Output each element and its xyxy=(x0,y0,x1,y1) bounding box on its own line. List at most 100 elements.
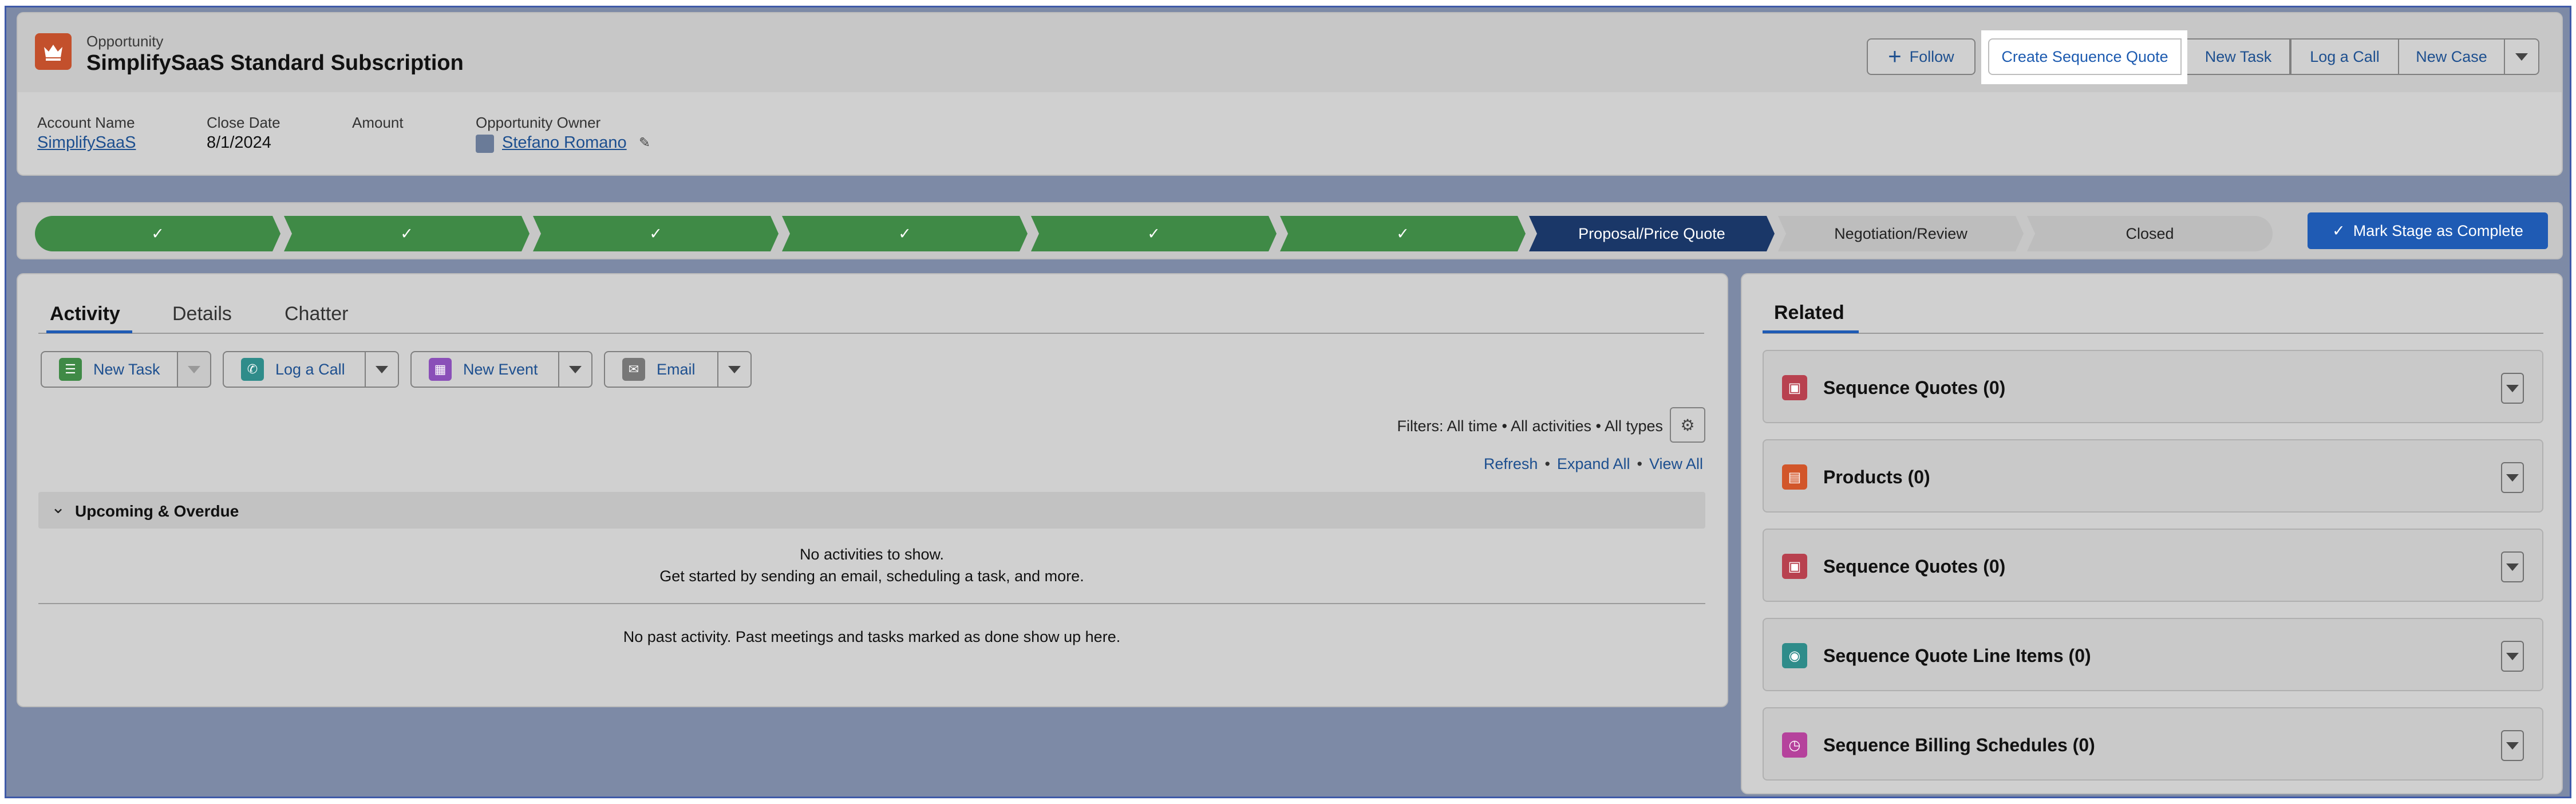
chevron-down-icon xyxy=(2515,53,2528,61)
path-stage-4[interactable]: ✓ xyxy=(782,216,1028,251)
calendar-icon: ▦ xyxy=(429,358,452,381)
new-task-publisher-button[interactable]: ☰ New Task xyxy=(41,351,178,388)
expand-all-link[interactable]: Expand All xyxy=(1557,455,1630,472)
related-list-menu-button[interactable] xyxy=(2501,730,2524,761)
related-list-title[interactable]: Sequence Quote Line Items (0) xyxy=(1823,645,2091,667)
owner-link[interactable]: Stefano Romano xyxy=(502,133,627,152)
active-tab-indicator xyxy=(1763,330,1859,333)
check-icon: ✓ xyxy=(649,224,662,242)
related-list-title[interactable]: Sequence Quotes (0) xyxy=(1823,556,2005,577)
tab-divider xyxy=(38,333,1704,334)
path-stage-label: Negotiation/Review xyxy=(1834,224,1967,242)
tab-chatter[interactable]: Chatter xyxy=(285,303,349,325)
log-a-call-publisher-button[interactable]: ✆ Log a Call xyxy=(223,351,366,388)
path-stage-1[interactable]: ✓ xyxy=(35,216,280,251)
line-items-icon: ◉ xyxy=(1782,643,1807,668)
tab-details[interactable]: Details xyxy=(172,303,232,325)
related-list-card: ▣ Sequence Quotes (0) xyxy=(1763,529,2543,602)
chevron-down-icon: ⌄ xyxy=(51,498,66,517)
account-name-link[interactable]: SimplifySaaS xyxy=(37,133,136,152)
record-title: SimplifySaaS Standard Subscription xyxy=(86,51,464,75)
related-list-menu-button[interactable] xyxy=(2501,551,2524,582)
new-task-button[interactable]: New Task xyxy=(2187,38,2290,75)
clock-icon: ◷ xyxy=(1782,732,1807,758)
mark-stage-complete-button[interactable]: ✓ Mark Stage as Complete xyxy=(2308,212,2548,249)
account-name-label: Account Name xyxy=(37,114,135,131)
path-stage-label: Closed xyxy=(2125,224,2174,242)
upcoming-overdue-section[interactable]: ⌄ Upcoming & Overdue xyxy=(38,492,1705,529)
related-list-card: ◉ Sequence Quote Line Items (0) xyxy=(1763,618,2543,691)
active-tab-indicator xyxy=(46,330,132,333)
create-sequence-quote-highlight: Create Sequence Quote xyxy=(1981,30,2187,84)
related-list-menu-button[interactable] xyxy=(2501,373,2524,404)
check-icon: ✓ xyxy=(1147,224,1160,242)
plus-icon: + xyxy=(1888,44,1902,69)
email-icon: ✉ xyxy=(622,358,645,381)
email-publisher-button[interactable]: ✉ Email xyxy=(604,351,718,388)
new-case-button[interactable]: New Case xyxy=(2399,38,2505,75)
log-a-call-button[interactable]: Log a Call xyxy=(2290,38,2399,75)
path-stage-7[interactable]: Proposal/Price Quote xyxy=(1529,216,1775,251)
divider xyxy=(38,603,1705,604)
chevron-down-icon xyxy=(728,365,741,373)
archive-icon: ▣ xyxy=(1782,554,1807,579)
chevron-down-icon xyxy=(2506,742,2519,750)
chevron-down-icon xyxy=(2506,384,2519,392)
amount-label: Amount xyxy=(352,114,404,131)
related-list-title[interactable]: Products (0) xyxy=(1823,467,1930,488)
chevron-down-icon xyxy=(2506,563,2519,571)
tab-divider xyxy=(1763,333,2543,334)
related-list-title[interactable]: Sequence Billing Schedules (0) xyxy=(1823,735,2095,756)
related-list-card: ◷ Sequence Billing Schedules (0) xyxy=(1763,707,2543,781)
chevron-down-icon xyxy=(376,365,388,373)
check-icon: ✓ xyxy=(1396,224,1409,242)
path-stage-5[interactable]: ✓ xyxy=(1031,216,1277,251)
app-background: Opportunity SimplifySaaS Standard Subscr… xyxy=(5,6,2571,798)
new-event-dropdown[interactable] xyxy=(559,351,592,388)
path-stage-label: Proposal/Price Quote xyxy=(1578,224,1725,242)
get-started-text: Get started by sending an email, schedul… xyxy=(659,567,1084,585)
view-all-link[interactable]: View All xyxy=(1649,455,1703,472)
record-header: Opportunity SimplifySaaS Standard Subscr… xyxy=(17,12,2563,176)
chevron-down-icon xyxy=(2506,474,2519,482)
new-event-publisher-button[interactable]: ▦ New Event xyxy=(410,351,559,388)
chevron-down-icon xyxy=(2506,652,2519,660)
products-icon: ▤ xyxy=(1782,464,1807,490)
related-list-title[interactable]: Sequence Quotes (0) xyxy=(1823,377,2005,399)
email-dropdown[interactable] xyxy=(718,351,752,388)
related-list-card: ▤ Products (0) xyxy=(1763,439,2543,513)
path-stage-9[interactable]: Closed xyxy=(2027,216,2273,251)
path-stage-8[interactable]: Negotiation/Review xyxy=(1778,216,2024,251)
avatar xyxy=(476,135,494,153)
check-icon: ✓ xyxy=(898,224,911,242)
path-stage-2[interactable]: ✓ xyxy=(284,216,530,251)
follow-button[interactable]: + Follow xyxy=(1867,38,1976,75)
archive-icon: ▣ xyxy=(1782,375,1807,400)
crown-icon xyxy=(35,33,72,70)
owner-label: Opportunity Owner xyxy=(476,114,601,131)
path-stage-3[interactable]: ✓ xyxy=(533,216,779,251)
upcoming-overdue-label: Upcoming & Overdue xyxy=(75,502,239,520)
no-past-activity-text: No past activity. Past meetings and task… xyxy=(623,628,1121,645)
activity-panel: Activity Details Chatter ☰ New Task ✆ Lo… xyxy=(17,273,1728,707)
gear-icon[interactable]: ⚙ xyxy=(1670,407,1705,443)
related-list-card: ▣ Sequence Quotes (0) xyxy=(1763,350,2543,423)
sales-path: ✓ ✓ ✓ ✓ ✓ ✓ Proposal/Price Quote Negotiation/Re… xyxy=(17,202,2563,259)
tab-related[interactable]: Related xyxy=(1774,302,1844,324)
no-activities-text: No activities to show. xyxy=(799,546,945,563)
path-stage-6[interactable]: ✓ xyxy=(1280,216,1526,251)
change-owner-icon[interactable]: ✎ xyxy=(639,135,650,151)
create-sequence-quote-button[interactable]: Create Sequence Quote xyxy=(1988,38,2182,75)
related-list-menu-button[interactable] xyxy=(2501,462,2524,493)
tab-activity[interactable]: Activity xyxy=(50,303,120,325)
related-list-menu-button[interactable] xyxy=(2501,641,2524,672)
task-icon: ☰ xyxy=(59,358,82,381)
more-actions-button[interactable] xyxy=(2505,38,2539,75)
close-date-value: 8/1/2024 xyxy=(207,133,271,152)
phone-icon: ✆ xyxy=(241,358,264,381)
check-icon: ✓ xyxy=(400,224,413,242)
log-a-call-dropdown[interactable] xyxy=(366,351,399,388)
new-task-dropdown[interactable] xyxy=(178,351,211,388)
timeline-links: Refresh • Expand All • View All xyxy=(1483,455,1703,472)
refresh-link[interactable]: Refresh xyxy=(1484,455,1538,472)
